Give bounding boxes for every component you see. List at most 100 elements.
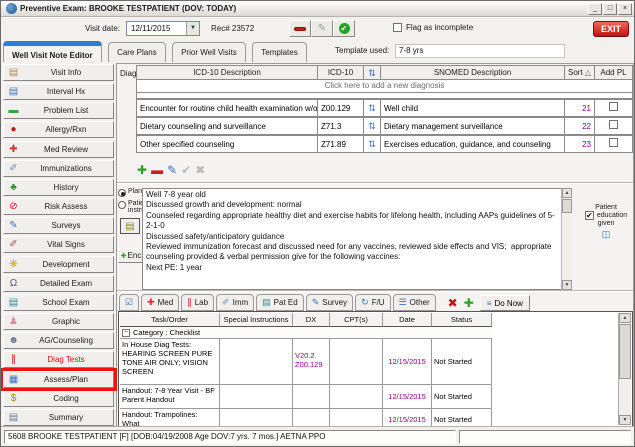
sidebar-item-visit-info[interactable]: ▤ Visit Info — [3, 64, 114, 81]
sidebar-item-surveys[interactable]: ✎ Surveys — [3, 217, 114, 235]
sidebar-item-school-exam[interactable]: ▤ School Exam — [3, 293, 114, 311]
order-row[interactable]: In House Diag Tests: HEARING SCREEN PURE… — [120, 339, 492, 385]
plan-scrollbar[interactable]: ▲ ▼ — [561, 188, 572, 290]
template-used-field[interactable]: 7-8 yrs — [395, 44, 565, 58]
med-review-icon: ✚ — [9, 143, 18, 155]
sidebar-item-history[interactable]: ♣ History — [3, 178, 114, 196]
sidebar-item-problem-list[interactable]: ▬ Problem List — [3, 102, 114, 120]
tab-orders-checklist[interactable]: ☑ — [119, 294, 140, 311]
add-diagnosis-button[interactable]: ✚ — [137, 163, 147, 177]
patient-status-text: 5608 BROOKE TESTPATIENT [F] [DOB:04/19/2… — [4, 429, 456, 444]
sync-icon[interactable]: ⇅ — [368, 139, 376, 149]
flag-incomplete-checkbox[interactable] — [393, 23, 402, 32]
edit-visit-button[interactable]: ✎ — [311, 20, 333, 37]
add-diagnosis-row[interactable]: Click here to add a new diagnosis — [136, 80, 633, 93]
sidebar-item-interval-hx[interactable]: ▤ Interval Hx — [3, 83, 114, 101]
sidebar-item-coding[interactable]: $ Coding — [3, 389, 114, 407]
sync-icon[interactable]: ⇅ — [368, 103, 376, 113]
approve-visit-button[interactable]: ✔ — [333, 20, 355, 37]
sidebar-item-assess-plan[interactable]: ▦ Assess/Plan — [1, 367, 117, 391]
history-icon: ♣ — [10, 181, 17, 193]
edit-diagnosis-button[interactable]: ✎ — [167, 163, 177, 177]
remove-diagnosis-button[interactable]: ▬ — [151, 163, 163, 177]
plan-radio[interactable]: Plan: — [118, 188, 144, 197]
sidebar-item-ag-counseling[interactable]: ☻ AG/Counseling — [3, 332, 114, 350]
list-icon: ☰ — [398, 297, 407, 307]
status-bar: 5608 BROOKE TESTPATIENT [F] [DOB:04/19/2… — [1, 426, 634, 446]
section-divider — [117, 182, 633, 184]
add-pl-checkbox[interactable] — [609, 138, 618, 147]
open-book-icon[interactable]: ◫ — [579, 229, 633, 240]
sync-icon[interactable]: ⇅ — [368, 121, 376, 131]
col-task-order[interactable]: Task/Order — [120, 313, 220, 327]
diagnosis-row[interactable]: Dietary counseling and surveillance Z71.… — [136, 117, 633, 135]
tab-imm[interactable]: ✐ Imm — [216, 294, 255, 311]
chevron-down-icon[interactable]: ▼ — [186, 22, 199, 35]
col-status[interactable]: Status — [432, 313, 492, 327]
tab-care-plans[interactable]: Care Plans — [108, 42, 166, 62]
add-pl-checkbox[interactable] — [609, 120, 618, 129]
sidebar-item-graphic[interactable]: ♟ Graphic — [3, 313, 114, 331]
sidebar-item-diag-tests[interactable]: ∥ Diag Tests — [3, 351, 114, 369]
minimize-button[interactable]: _ — [588, 2, 602, 15]
tab-well-visit-note-editor[interactable]: Well Visit Note Editor — [3, 41, 102, 62]
plan-textarea[interactable]: Well 7-8 year old Discussed growth and d… — [142, 188, 572, 290]
sidebar-item-summary[interactable]: ▤ Summary — [3, 408, 114, 426]
col-date[interactable]: Date — [383, 313, 432, 327]
patient-instruct-radio[interactable]: Patient instruct: — [118, 200, 153, 214]
tab-lab[interactable]: ∥ Lab — [181, 294, 215, 311]
add-order-button[interactable]: ✚ — [464, 296, 474, 310]
close-button[interactable]: × — [618, 2, 632, 15]
scroll-thumb[interactable] — [619, 324, 631, 379]
tab-other[interactable]: ☰ Other — [392, 294, 436, 311]
tab-fu[interactable]: ↻ F/U — [355, 294, 391, 311]
delete-order-button[interactable]: ✖ — [448, 296, 458, 310]
scroll-down-icon[interactable]: ▼ — [562, 280, 572, 290]
title-bar: Preventive Exam: BROOKE TESTPATIENT (DOV… — [1, 1, 634, 17]
order-row[interactable]: Handout: 7-8 Year Visit - BF Parent Hand… — [120, 385, 492, 409]
sidebar-item-risk-assess[interactable]: ⊘ Risk Assess — [3, 198, 114, 216]
col-dx[interactable]: DX — [293, 313, 330, 327]
cancel-diagnosis-button[interactable]: ✖ — [195, 163, 205, 177]
accept-diagnosis-button[interactable]: ✔ — [181, 163, 191, 177]
diagnosis-row[interactable]: Other specified counseling Z71.89 ⇅ Exer… — [136, 135, 633, 153]
patient-education-checkbox[interactable]: ✔ — [584, 211, 594, 220]
sidebar-item-vital-signs[interactable]: ✐ Vital Signs — [3, 236, 114, 254]
sidebar-item-med-review[interactable]: ✚ Med Review — [3, 140, 114, 158]
scroll-up-icon[interactable]: ▲ — [619, 313, 631, 323]
delete-visit-button[interactable] — [289, 20, 311, 37]
col-add-pl[interactable]: Add PL — [595, 65, 633, 80]
col-icd10-description[interactable]: ICD-10 Description — [136, 65, 318, 80]
do-now-button[interactable]: ≡ Do Now — [479, 295, 530, 311]
sidebar-item-detailed-exam[interactable]: Ω Detailed Exam — [3, 274, 114, 292]
tab-pat-ed[interactable]: ▤ Pat Ed — [256, 294, 304, 311]
collapse-icon[interactable]: − — [122, 328, 130, 337]
add-pl-checkbox[interactable] — [609, 102, 618, 111]
col-snomed-description[interactable]: SNOMED Description — [381, 65, 565, 80]
tab-templates[interactable]: Templates — [252, 42, 307, 62]
scroll-down-icon[interactable]: ▼ — [619, 415, 631, 425]
enc-button[interactable]: ✚ Enc — [118, 248, 144, 263]
col-sync[interactable]: ⇅ — [364, 65, 381, 80]
sidebar-item-development[interactable]: ❋ Development — [3, 255, 114, 273]
do-now-icon: ≡ — [486, 298, 492, 308]
sidebar-item-allergy-rxn[interactable]: ● Allergy/Rxn — [3, 121, 114, 139]
diagnosis-row[interactable]: Encounter for routine child health exami… — [136, 99, 633, 117]
col-icd10[interactable]: ICD-10 — [318, 65, 364, 80]
scroll-up-icon[interactable]: ▲ — [562, 188, 572, 198]
exit-button[interactable]: EXIT — [593, 21, 629, 37]
tab-survey[interactable]: ✎ Survey — [305, 294, 354, 311]
plan-library-button[interactable]: ▤ — [120, 218, 140, 234]
tab-prior-well-visits[interactable]: Prior Well Visits — [172, 42, 246, 62]
col-special-instructions[interactable]: Special Instructions — [220, 313, 293, 327]
orders-scrollbar[interactable]: ▲ ▼ — [618, 313, 631, 425]
scroll-thumb[interactable] — [562, 199, 572, 213]
maximize-button[interactable]: □ — [603, 2, 617, 15]
col-sort[interactable]: Sort △ — [565, 65, 595, 80]
category-row[interactable]: − Category : Checklist — [120, 327, 492, 339]
tab-med[interactable]: ✚ Med — [141, 294, 180, 311]
body-figure-icon: ♟ — [9, 316, 18, 328]
sidebar-item-immunizations[interactable]: ✐ Immunizations — [3, 159, 114, 177]
col-cpt[interactable]: CPT(s) — [330, 313, 383, 327]
visit-date-select[interactable]: 12/11/2015 ▼ — [126, 21, 200, 36]
